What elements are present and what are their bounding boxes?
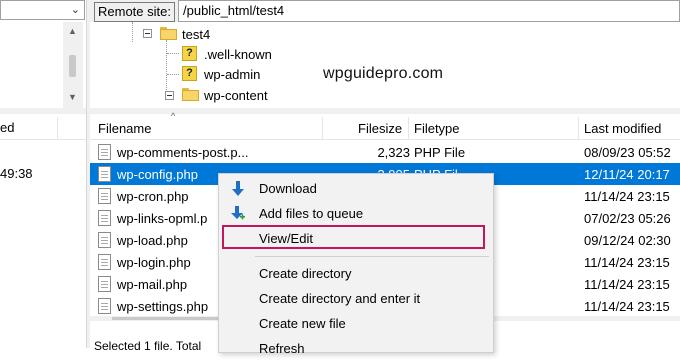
menu-item-label: Refresh xyxy=(259,341,305,356)
cell-modified: 09/12/24 02:30 xyxy=(584,233,671,248)
menu-item-create-new-file[interactable]: Create new file xyxy=(219,312,493,336)
download-arrow-icon xyxy=(232,181,244,196)
file-icon xyxy=(98,254,111,270)
column-header-filesize[interactable]: Filesize xyxy=(358,121,402,136)
cell-name: wp-mail.php xyxy=(117,277,188,292)
remote-site-label: Remote site: xyxy=(94,2,175,22)
cell-modified: 11/14/24 23:15 xyxy=(584,277,670,292)
cell-name: wp-config.php xyxy=(117,167,198,182)
cell-name: wp-links-opml.p xyxy=(117,211,208,226)
cell-name: wp-comments-post.p... xyxy=(117,145,249,160)
cell-name: wp-load.php xyxy=(117,233,188,248)
menu-separator xyxy=(255,256,489,257)
menu-item-label: Download xyxy=(259,181,317,196)
menu-item-add-to-queue[interactable]: Add files to queue xyxy=(219,202,493,226)
column-divider[interactable] xyxy=(322,117,323,139)
local-column-header[interactable]: ed xyxy=(0,120,14,135)
menu-item-label: Add files to queue xyxy=(259,206,364,221)
column-header-filename[interactable]: Filename xyxy=(98,121,151,136)
status-bar: Selected 1 file. Total xyxy=(94,339,202,353)
file-icon xyxy=(98,276,111,292)
file-icon xyxy=(98,166,111,182)
tree-connector xyxy=(167,53,179,54)
column-divider[interactable] xyxy=(408,117,409,139)
local-row-time: 49:38 xyxy=(0,166,33,181)
scroll-thumb[interactable] xyxy=(69,55,76,77)
tree-item-well-known[interactable]: .well-known xyxy=(204,47,272,62)
add-to-queue-icon xyxy=(231,206,245,220)
column-divider[interactable] xyxy=(57,117,58,139)
column-divider[interactable] xyxy=(578,117,579,139)
view-edit-highlight-box xyxy=(222,225,485,249)
cell-modified: 11/14/24 23:15 xyxy=(584,255,670,270)
local-site-combo[interactable]: ⌄ xyxy=(0,0,85,20)
tree-item-test4[interactable]: test4 xyxy=(182,27,210,42)
tree-connector xyxy=(167,74,179,75)
watermark-text: wpguidepro.com xyxy=(323,65,444,82)
cell-modified: 11/14/24 23:15 xyxy=(584,299,670,314)
file-icon xyxy=(98,188,111,204)
collapse-toggle-icon[interactable] xyxy=(165,91,174,100)
cell-type: PHP File xyxy=(414,145,466,160)
file-icon xyxy=(98,210,111,226)
local-file-list[interactable] xyxy=(0,112,87,348)
unknown-folder-icon: ? xyxy=(182,46,197,61)
tree-item-wp-content[interactable]: wp-content xyxy=(204,88,268,103)
menu-item-label: Create new file xyxy=(259,316,346,331)
cell-name: wp-settings.php xyxy=(117,299,209,314)
cell-modified: 11/14/24 23:15 xyxy=(584,189,670,204)
tree-connector xyxy=(166,40,167,96)
folder-open-icon xyxy=(160,27,177,40)
tree-connector xyxy=(132,22,133,42)
column-header-filetype[interactable]: Filetype xyxy=(414,121,460,136)
menu-item-download[interactable]: Download xyxy=(219,177,493,201)
folder-icon xyxy=(182,88,199,101)
cell-size: 2,323 xyxy=(377,145,410,160)
context-menu: Download Add files to queue View/Edit Cr… xyxy=(218,173,494,356)
file-icon xyxy=(98,144,111,160)
scroll-down-icon[interactable]: ▼ xyxy=(68,92,77,102)
tree-item-wp-admin[interactable]: wp-admin xyxy=(204,67,260,82)
cell-name: wp-cron.php xyxy=(117,189,189,204)
file-list-header: Filename Filesize Filetype Last modified xyxy=(90,117,680,140)
menu-item-create-directory-enter[interactable]: Create directory and enter it xyxy=(219,287,493,311)
file-icon xyxy=(98,298,111,314)
cell-modified: 07/02/23 05:26 xyxy=(584,211,671,226)
cell-modified: 12/11/24 20:17 xyxy=(584,167,670,182)
chevron-down-icon[interactable]: ⌄ xyxy=(71,3,80,16)
menu-item-label: Create directory xyxy=(259,266,352,281)
menu-item-create-directory[interactable]: Create directory xyxy=(219,262,493,286)
menu-item-refresh[interactable]: Refresh xyxy=(219,337,493,361)
cell-name: wp-login.php xyxy=(117,255,191,270)
scroll-up-icon[interactable]: ▲ xyxy=(68,26,77,36)
collapse-toggle-icon[interactable] xyxy=(143,29,152,38)
cell-modified: 08/09/23 05:52 xyxy=(584,145,671,160)
column-header-last-modified[interactable]: Last modified xyxy=(584,121,661,136)
unknown-folder-icon: ? xyxy=(182,66,197,81)
file-icon xyxy=(98,232,111,248)
remote-path-input[interactable]: /public_html/test4 xyxy=(183,3,284,18)
table-row[interactable]: wp-comments-post.p... 2,323 PHP File 08/09/… xyxy=(90,141,680,163)
scroll-thumb[interactable] xyxy=(112,317,232,320)
menu-item-label: Create directory and enter it xyxy=(259,291,421,306)
local-list-header: ed xyxy=(0,117,86,140)
